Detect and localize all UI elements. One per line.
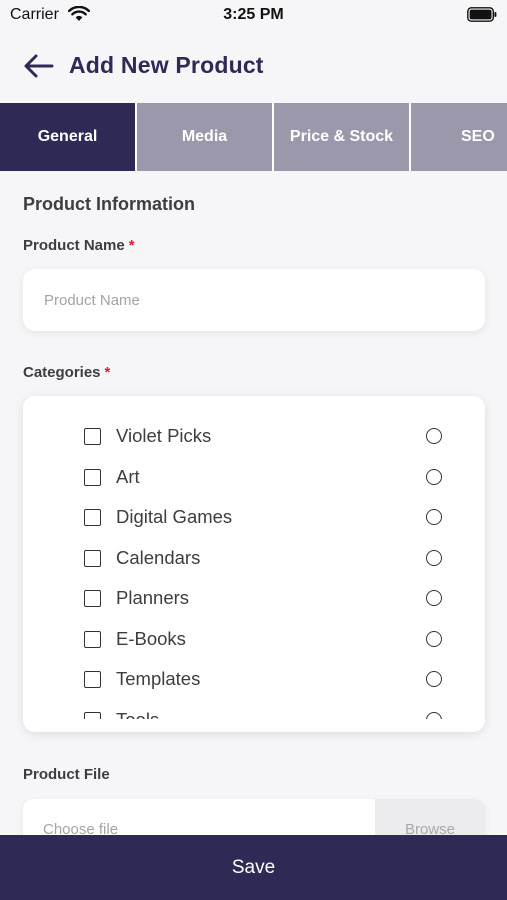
categories-label-text: Categories: [23, 364, 101, 381]
category-checkbox[interactable]: [84, 711, 101, 719]
category-label: Templates: [116, 668, 201, 689]
category-label: Digital Games: [116, 506, 233, 527]
tab-bar: General Media Price & Stock SEO: [0, 103, 507, 171]
category-item[interactable]: Digital Games: [23, 497, 485, 538]
category-item[interactable]: Art: [23, 457, 485, 498]
category-item[interactable]: Tools: [23, 700, 485, 720]
product-name-input[interactable]: [23, 269, 485, 331]
battery-icon: [467, 7, 497, 22]
category-checkbox[interactable]: [84, 428, 101, 445]
primary-category-radio[interactable]: [426, 711, 442, 719]
category-checkbox[interactable]: [84, 549, 101, 567]
category-checkbox[interactable]: [84, 468, 101, 486]
category-item[interactable]: Violet Picks: [23, 416, 485, 457]
tab-media[interactable]: Media: [137, 103, 274, 171]
primary-category-radio[interactable]: [426, 590, 442, 606]
category-item[interactable]: Templates: [23, 659, 485, 700]
required-mark: *: [104, 364, 111, 381]
category-item[interactable]: Planners: [23, 578, 485, 619]
product-file-label: Product File: [23, 766, 110, 783]
primary-category-radio[interactable]: [426, 549, 442, 566]
primary-category-radio[interactable]: [426, 428, 442, 444]
tab-price-stock[interactable]: Price & Stock: [274, 103, 411, 171]
category-label: Violet Picks: [116, 425, 212, 446]
category-checkbox[interactable]: [84, 590, 101, 607]
category-checkbox[interactable]: [84, 630, 101, 648]
tab-seo[interactable]: SEO: [411, 103, 507, 171]
primary-category-radio[interactable]: [426, 671, 442, 687]
category-label: Tools: [116, 708, 160, 720]
product-name-label: Product Name *: [23, 237, 135, 254]
arrow-left-icon: [24, 54, 54, 78]
primary-category-radio[interactable]: [426, 468, 442, 485]
category-label: E-Books: [116, 627, 186, 649]
tab-general[interactable]: General: [0, 103, 137, 171]
page-title: Add New Product: [69, 52, 264, 78]
product-name-label-text: Product Name: [23, 237, 125, 254]
category-item[interactable]: Calendars: [23, 538, 485, 579]
category-label: Calendars: [116, 546, 201, 568]
section-title: Product Information: [23, 194, 195, 214]
status-bar: Carrier 3:25 PM: [0, 0, 507, 30]
primary-category-radio[interactable]: [426, 630, 442, 647]
category-label: Planners: [116, 587, 190, 608]
category-item[interactable]: E-Books: [23, 619, 485, 660]
back-button[interactable]: [22, 50, 56, 82]
category-list[interactable]: Violet Picks Art Digital Games Calendars…: [23, 416, 485, 719]
save-button[interactable]: Save: [0, 835, 507, 900]
category-checkbox[interactable]: [84, 509, 101, 526]
category-checkbox[interactable]: [84, 671, 101, 688]
nav-header: Add New Product: [0, 42, 507, 90]
category-label: Art: [116, 465, 140, 487]
category-list-box[interactable]: Violet Picks Art Digital Games Calendars…: [23, 396, 485, 732]
status-time: 3:25 PM: [223, 6, 284, 23]
primary-category-radio[interactable]: [426, 509, 442, 525]
categories-label: Categories *: [23, 364, 110, 381]
required-mark: *: [128, 237, 135, 254]
